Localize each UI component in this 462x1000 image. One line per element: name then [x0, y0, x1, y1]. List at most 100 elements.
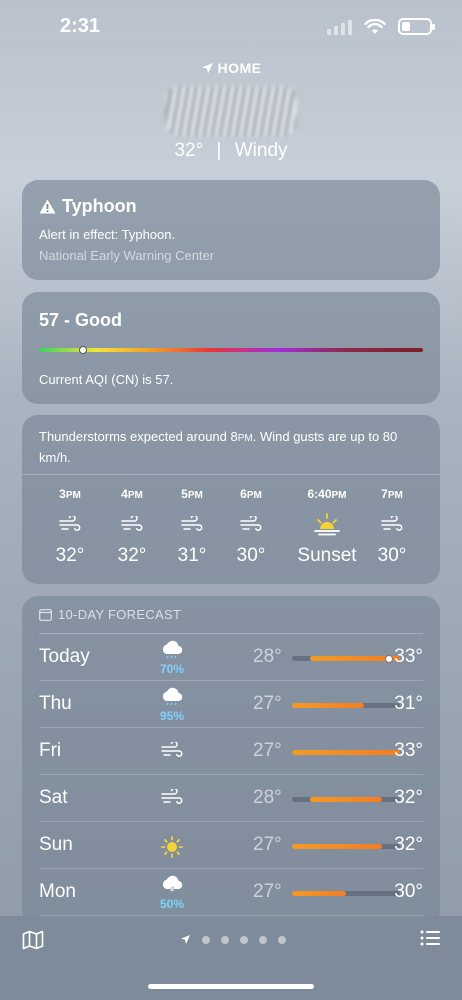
status-bar: 2:31 [0, 0, 462, 54]
forecast-row[interactable]: Mon 50% 27° 30° [39, 869, 423, 916]
aqi-indicator [78, 346, 87, 354]
location-name: HOME [217, 60, 262, 76]
forecast-row[interactable]: Today 70% 28° 33° [39, 634, 423, 681]
forecast-high: 32° [394, 787, 423, 808]
location-header: HOME 32° | Windy [0, 60, 462, 162]
hour-item: 6PM 30° [221, 487, 281, 567]
temp-range-bar [292, 891, 400, 896]
forecast-low: 27° [253, 834, 282, 855]
page-dot[interactable] [259, 935, 267, 944]
map-icon[interactable] [22, 930, 44, 950]
calendar-icon [39, 608, 52, 621]
forecast-day: Sat [39, 787, 68, 808]
temp-range-fill [292, 750, 400, 755]
cellular-signal-icon [327, 19, 352, 35]
hour-item: 6:40PM Sunset [282, 487, 372, 567]
hour-time-suffix: PM [187, 490, 203, 501]
forecast-low: 27° [253, 881, 282, 902]
hour-temp-partial: ° [22, 545, 32, 567]
precip-probability: 50% [159, 897, 185, 911]
ten-day-forecast-card[interactable]: 10-DAY FORECAST Today 70% 28° 33° Thu 95% 27° 3… [22, 596, 440, 926]
forecast-low: 28° [253, 787, 282, 808]
forecast-day: Today [39, 646, 90, 667]
city-name-blurred [166, 86, 296, 136]
forecast-header-label: 10-DAY FORECAST [58, 607, 182, 622]
forecast-row[interactable]: Sun 27° 32° [39, 822, 423, 869]
page-dot[interactable] [221, 935, 229, 944]
air-quality-card[interactable]: 57 - Good Current AQI (CN) is 57. [22, 292, 440, 404]
severe-weather-alert-card[interactable]: Typhoon Alert in effect: Typhoon. Nation… [22, 180, 440, 280]
sun-icon [161, 836, 183, 863]
forecast-row[interactable]: Sat 28° 32° [39, 775, 423, 822]
hour-temp: 30° [236, 545, 266, 566]
separator: | [216, 140, 222, 161]
rain-cloud-icon [160, 640, 184, 663]
forecast-rows: Today 70% 28° 33° Thu 95% 27° 31° Fri 27° 33° Sat 28… [39, 634, 423, 916]
wind-icon [161, 740, 183, 763]
temp-range-bar [292, 844, 400, 849]
forecast-row[interactable]: Thu 95% 27° 31° [39, 681, 423, 728]
wind-icon [40, 509, 100, 539]
hourly-forecast-card[interactable]: Thunderstorms expected around 8PM. Wind … [22, 415, 440, 584]
hour-item: 3PM 32° [40, 487, 100, 567]
hourly-scroll-row[interactable]: ° 3PM32°4PM32°5PM31°6PM30°6:40PMSunset7P… [22, 475, 440, 583]
forecast-day: Sun [39, 834, 73, 855]
location-arrow-icon [201, 62, 213, 73]
forecast-day: Thu [39, 693, 72, 714]
hour-item: 7PM 30° [362, 487, 422, 567]
hour-time: 6PM [221, 487, 281, 501]
forecast-high: 32° [394, 834, 423, 855]
warning-icon [39, 199, 56, 214]
hour-time-partial [22, 487, 32, 501]
temp-range-bar [292, 654, 400, 663]
aqi-title: 57 - Good [39, 310, 123, 330]
hour-time-value: 4 [121, 487, 128, 501]
forecast-day: Mon [39, 881, 76, 902]
hourly-summary: Thunderstorms expected around 8PM. Wind … [22, 415, 440, 475]
city-list-icon[interactable] [420, 930, 440, 946]
forecast-day: Fri [39, 740, 62, 761]
hour-time: 5PM [162, 487, 222, 501]
hour-time: 4PM [102, 487, 162, 501]
hour-temp: 30° [377, 545, 407, 566]
summary-text: Thunderstorms expected around 8 [39, 429, 238, 444]
page-indicator[interactable] [180, 934, 286, 945]
forecast-high: 30° [394, 881, 423, 902]
clock: 2:31 [60, 15, 101, 37]
temp-range-bar [292, 703, 400, 708]
current-location-arrow-icon [181, 935, 190, 944]
page-dot[interactable] [202, 935, 210, 944]
aqi-scale-bar [39, 346, 423, 354]
forecast-high: 33° [394, 646, 423, 667]
sunset-icon [282, 509, 372, 539]
home-indicator[interactable] [148, 984, 314, 989]
alert-source: National Early Warning Center [39, 248, 215, 263]
bottom-toolbar [0, 916, 462, 1000]
forecast-high: 33° [394, 740, 423, 761]
wind-icon [221, 509, 281, 539]
alert-text: Alert in effect: Typhoon. [39, 227, 176, 242]
page-dot[interactable] [240, 935, 248, 944]
hour-time-suffix: PM [65, 490, 81, 501]
forecast-low: 28° [253, 646, 282, 667]
forecast-low: 27° [253, 693, 282, 714]
forecast-icon-group [147, 734, 197, 763]
wind-icon [162, 509, 222, 539]
forecast-icon-group: 50% [147, 875, 197, 910]
precip-probability: 70% [159, 662, 185, 676]
hour-time-value: 6 [240, 487, 247, 501]
hour-time-value: 7 [381, 487, 388, 501]
temp-range-fill [292, 891, 346, 896]
hour-time-suffix: PM [246, 490, 262, 501]
forecast-row[interactable]: Fri 27° 33° [39, 728, 423, 775]
hour-item: 4PM 32° [102, 487, 162, 567]
alert-title: Typhoon [62, 196, 137, 216]
hour-time-suffix: PM [127, 490, 143, 501]
battery-icon [398, 18, 435, 35]
hour-time-suffix: PM [387, 490, 403, 501]
status-icons [327, 18, 435, 35]
page-dot[interactable] [278, 935, 286, 944]
temp-range-fill [292, 703, 364, 708]
hour-temp: Sunset [297, 545, 357, 566]
current-temperature: 32° [174, 140, 204, 161]
